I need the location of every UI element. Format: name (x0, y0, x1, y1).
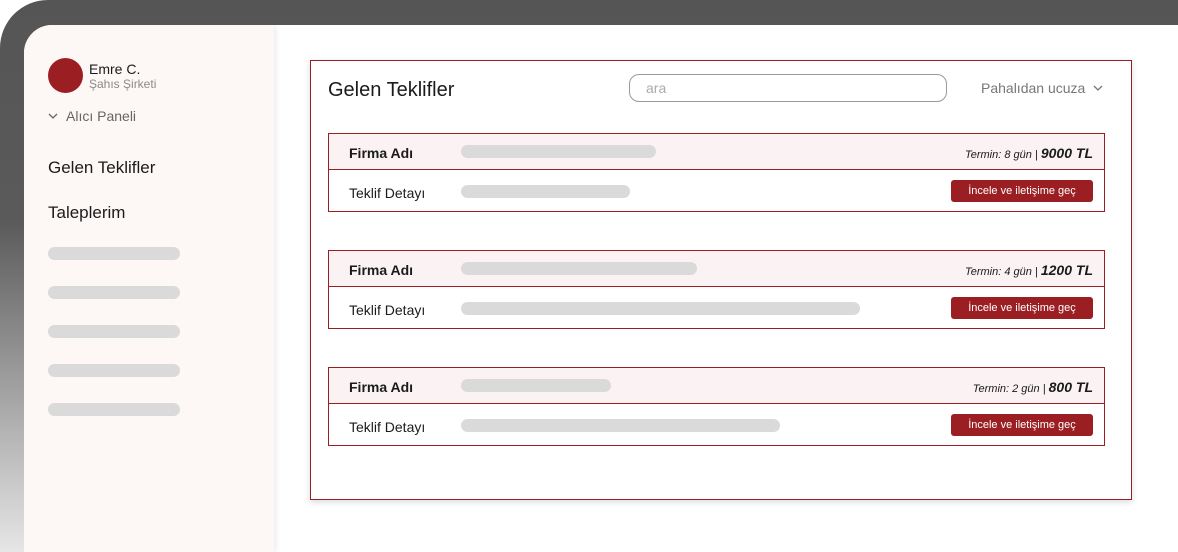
offer-terms: Termin: 2 gün | 800 TL (972, 379, 1093, 395)
firm-name-label: Firma Adı (349, 145, 414, 161)
sidebar-placeholder-item (48, 247, 180, 260)
firm-name-label: Firma Adı (349, 379, 414, 395)
chevron-down-icon (1093, 85, 1103, 91)
sidebar: Emre C. Şahıs Şirketi Alıcı Paneli Gelen… (24, 25, 274, 552)
termin-text: Termin: 4 gün (965, 266, 1032, 278)
sidebar-placeholder-item (48, 325, 180, 338)
page-title: Gelen Teklifler (328, 79, 455, 101)
offer-price: 1200 TL (1040, 262, 1093, 278)
review-contact-button[interactable]: İncele ve iletişime geç (951, 180, 1093, 202)
sort-dropdown[interactable]: Pahalıdan ucuza (981, 80, 1103, 96)
offer-card: Firma Adı Termin: 4 gün | 1200 TL Teklif… (328, 250, 1105, 329)
sort-label: Pahalıdan ucuza (981, 80, 1086, 96)
sidebar-item-taleplerim[interactable]: Taleplerim (48, 203, 125, 223)
termin-text: Termin: 8 gün (965, 149, 1032, 161)
review-contact-button[interactable]: İncele ve iletişime geç (951, 297, 1093, 319)
panel-selector[interactable]: Alıcı Paneli (48, 108, 136, 124)
offer-card: Firma Adı Termin: 8 gün | 9000 TL Teklif… (328, 133, 1105, 212)
panel-label: Alıcı Paneli (66, 108, 137, 124)
sidebar-placeholder-item (48, 364, 180, 377)
offer-card: Firma Adı Termin: 2 gün | 800 TL Teklif … (328, 367, 1105, 446)
firm-name-placeholder (461, 379, 611, 392)
firm-name-placeholder (461, 262, 697, 275)
firm-name-placeholder (461, 145, 656, 158)
offer-detail-label: Teklif Detayı (349, 185, 426, 201)
search-input[interactable] (629, 74, 947, 102)
user-name: Emre C. (89, 60, 141, 77)
review-contact-button[interactable]: İncele ve iletişime geç (951, 414, 1093, 436)
user-company-type: Şahıs Şirketi (89, 76, 157, 91)
offer-terms: Termin: 8 gün | 9000 TL (965, 145, 1093, 161)
offer-terms: Termin: 4 gün | 1200 TL (965, 262, 1093, 278)
device-frame: Emre C. Şahıs Şirketi Alıcı Paneli Gelen… (0, 0, 1178, 552)
sidebar-placeholder-item (48, 403, 180, 416)
offers-panel: Gelen Teklifler Pahalıdan ucuza Firma Ad… (310, 60, 1132, 500)
avatar[interactable] (48, 58, 83, 93)
offer-detail-placeholder (461, 185, 630, 198)
termin-text: Termin: 2 gün (972, 383, 1040, 395)
offer-detail-label: Teklif Detayı (349, 302, 426, 318)
user-info: Emre C. Şahıs Şirketi (89, 62, 156, 90)
offer-header: Firma Adı Termin: 4 gün | 1200 TL (329, 251, 1104, 287)
offer-detail-placeholder (461, 419, 780, 432)
app-screen: Emre C. Şahıs Şirketi Alıcı Paneli Gelen… (24, 25, 1178, 552)
offer-price: 9000 TL (1040, 145, 1093, 161)
sidebar-placeholder-item (48, 286, 180, 299)
offer-price: 800 TL (1048, 379, 1093, 395)
firm-name-label: Firma Adı (349, 262, 414, 278)
sidebar-item-gelen-teklifler[interactable]: Gelen Teklifler (48, 158, 155, 178)
offer-header: Firma Adı Termin: 8 gün | 9000 TL (329, 134, 1104, 170)
offer-detail-label: Teklif Detayı (349, 419, 426, 435)
chevron-down-icon (48, 113, 58, 119)
offer-detail-placeholder (461, 302, 860, 315)
user-profile[interactable]: Emre C. Şahıs Şirketi (48, 58, 156, 93)
offer-header: Firma Adı Termin: 2 gün | 800 TL (329, 368, 1104, 404)
